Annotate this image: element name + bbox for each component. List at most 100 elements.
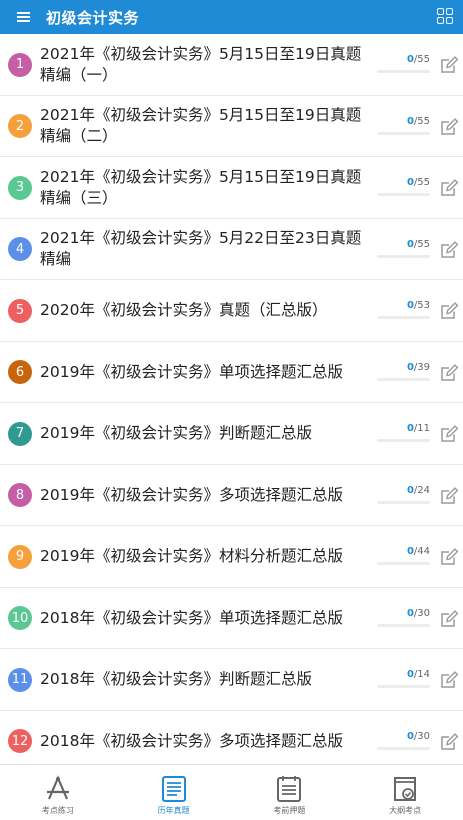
- list-item[interactable]: 11 2018年《初级会计实务》判断题汇总版 0/14: [0, 649, 463, 711]
- edit-icon[interactable]: [439, 547, 459, 567]
- progress-bar: [377, 131, 430, 135]
- index-badge: 5: [8, 298, 32, 323]
- progress-bar: [377, 746, 430, 750]
- item-title: 2019年《初级会计实务》单项选择题汇总版: [40, 362, 343, 381]
- tab-4[interactable]: 大纲考点: [347, 765, 463, 820]
- item-title: 2018年《初级会计实务》多项选择题汇总版: [40, 731, 343, 750]
- index-badge: 12: [8, 729, 32, 753]
- tab-label: 大纲考点: [389, 806, 422, 815]
- progress-bar: [377, 685, 430, 688]
- page-title: 初级会计实务: [46, 8, 140, 27]
- list-item[interactable]: 8 2019年《初级会计实务》多项选择题汇总版 0/24: [0, 465, 463, 526]
- index-badge: 4: [8, 237, 32, 261]
- progress-count: 0/55: [406, 115, 430, 127]
- bottom-nav: 考点练习 历年真题 考前押题 大纲考点: [0, 764, 463, 820]
- progress-count: 0/14: [406, 669, 430, 680]
- list-item[interactable]: 7 2019年《初级会计实务》判断题汇总版 0/11: [0, 403, 463, 465]
- list-item[interactable]: 12 2018年《初级会计实务》多项选择题汇总版 0/30: [0, 711, 463, 765]
- index-badge: 11: [8, 667, 32, 692]
- calendar-list-icon: [277, 776, 302, 802]
- list-item[interactable]: 9 2019年《初级会计实务》材料分析题汇总版 0/44: [0, 526, 463, 588]
- edit-icon[interactable]: [439, 732, 459, 752]
- tab-label: 考前押题: [273, 806, 306, 815]
- progress-count: 0/24: [406, 484, 430, 496]
- index-badge: 10: [8, 606, 32, 630]
- item-title: 2021年《初级会计实务》5月15日至19日真题精编（一）: [40, 44, 362, 84]
- edit-icon[interactable]: [439, 486, 459, 506]
- item-title: 2019年《初级会计实务》判断题汇总版: [40, 424, 312, 442]
- item-title: 2020年《初级会计实务》真题（汇总版）: [40, 301, 328, 319]
- tab-1[interactable]: 考点练习: [0, 765, 116, 820]
- progress-indicator: 0/24: [377, 485, 430, 504]
- tab-label: 考点练习: [41, 806, 74, 815]
- index-badge: 9: [8, 544, 32, 569]
- index-badge: 1: [8, 52, 32, 77]
- list-item[interactable]: 4 2021年《初级会计实务》5月22日至23日真题精编 0/55: [0, 219, 463, 280]
- progress-bar: [377, 377, 430, 381]
- progress-bar: [377, 623, 430, 627]
- progress-indicator: 0/30: [377, 731, 430, 750]
- edit-icon[interactable]: [439, 240, 459, 260]
- edit-icon[interactable]: [439, 363, 459, 383]
- progress-indicator: 0/55: [377, 116, 430, 135]
- index-badge: 8: [8, 483, 32, 507]
- progress-indicator: 0/55: [377, 54, 430, 73]
- progress-indicator: 0/39: [377, 362, 430, 381]
- edit-icon[interactable]: [439, 55, 459, 75]
- progress-bar: [377, 316, 430, 319]
- item-title: 2018年《初级会计实务》单项选择题汇总版: [40, 608, 343, 627]
- item-title: 2021年《初级会计实务》5月15日至19日真题精编（二）: [40, 106, 362, 145]
- menu-button[interactable]: [0, 0, 46, 34]
- list-item[interactable]: 5 2020年《初级会计实务》真题（汇总版） 0/53: [0, 280, 463, 342]
- compass-ruler-icon: [46, 775, 69, 800]
- tab-label: 历年真题: [157, 806, 190, 815]
- edit-icon[interactable]: [439, 301, 459, 321]
- edit-icon[interactable]: [439, 424, 459, 444]
- list-item[interactable]: 10 2018年《初级会计实务》单项选择题汇总版 0/30: [0, 588, 463, 649]
- item-title: 2021年《初级会计实务》5月15日至19日真题精编（三）: [40, 167, 362, 207]
- progress-indicator: 0/30: [377, 608, 430, 627]
- progress-bar: [377, 500, 430, 504]
- edit-icon[interactable]: [439, 670, 459, 690]
- progress-bar: [377, 439, 430, 442]
- app-header: 初级会计实务: [0, 0, 463, 34]
- progress-count: 0/11: [406, 423, 430, 434]
- progress-bar: [377, 193, 430, 196]
- grid-view-icon[interactable]: [437, 8, 455, 26]
- index-badge: 6: [8, 360, 32, 384]
- progress-count: 0/39: [406, 361, 430, 373]
- edit-icon[interactable]: [439, 178, 459, 198]
- index-badge: 7: [8, 421, 32, 446]
- document-list-icon: [161, 776, 186, 802]
- progress-count: 0/55: [406, 238, 430, 250]
- list-item[interactable]: 6 2019年《初级会计实务》单项选择题汇总版 0/39: [0, 342, 463, 403]
- progress-indicator: 0/55: [377, 239, 430, 258]
- progress-count: 0/30: [406, 607, 430, 619]
- index-badge: 2: [8, 114, 32, 138]
- progress-bar: [377, 562, 430, 565]
- tab-3[interactable]: 考前押题: [232, 765, 348, 820]
- edit-icon[interactable]: [439, 609, 459, 629]
- item-title: 2021年《初级会计实务》5月22日至23日真题精编: [40, 229, 362, 268]
- progress-bar: [377, 70, 430, 73]
- list-item[interactable]: 1 2021年《初级会计实务》5月15日至19日真题精编（一） 0/55: [0, 34, 463, 96]
- progress-indicator: 0/14: [377, 669, 430, 688]
- progress-bar: [377, 254, 430, 258]
- progress-count: 0/55: [406, 54, 430, 65]
- progress-count: 0/44: [406, 546, 430, 557]
- progress-indicator: 0/11: [377, 423, 430, 442]
- progress-indicator: 0/53: [377, 300, 430, 319]
- list-item[interactable]: 2 2021年《初级会计实务》5月15日至19日真题精编（二） 0/55: [0, 96, 463, 157]
- hamburger-icon: [16, 12, 30, 22]
- item-title: 2019年《初级会计实务》材料分析题汇总版: [40, 547, 343, 565]
- edit-icon[interactable]: [439, 117, 459, 137]
- progress-count: 0/53: [406, 300, 430, 311]
- exam-list: 1 2021年《初级会计实务》5月15日至19日真题精编（一） 0/55 2 2…: [0, 34, 463, 764]
- progress-count: 0/30: [406, 730, 430, 742]
- progress-indicator: 0/44: [377, 546, 430, 565]
- progress-indicator: 0/55: [377, 177, 430, 196]
- list-item[interactable]: 3 2021年《初级会计实务》5月15日至19日真题精编（三） 0/55: [0, 157, 463, 219]
- index-badge: 3: [8, 175, 32, 200]
- tab-2[interactable]: 历年真题: [116, 765, 232, 820]
- book-check-icon: [394, 777, 417, 801]
